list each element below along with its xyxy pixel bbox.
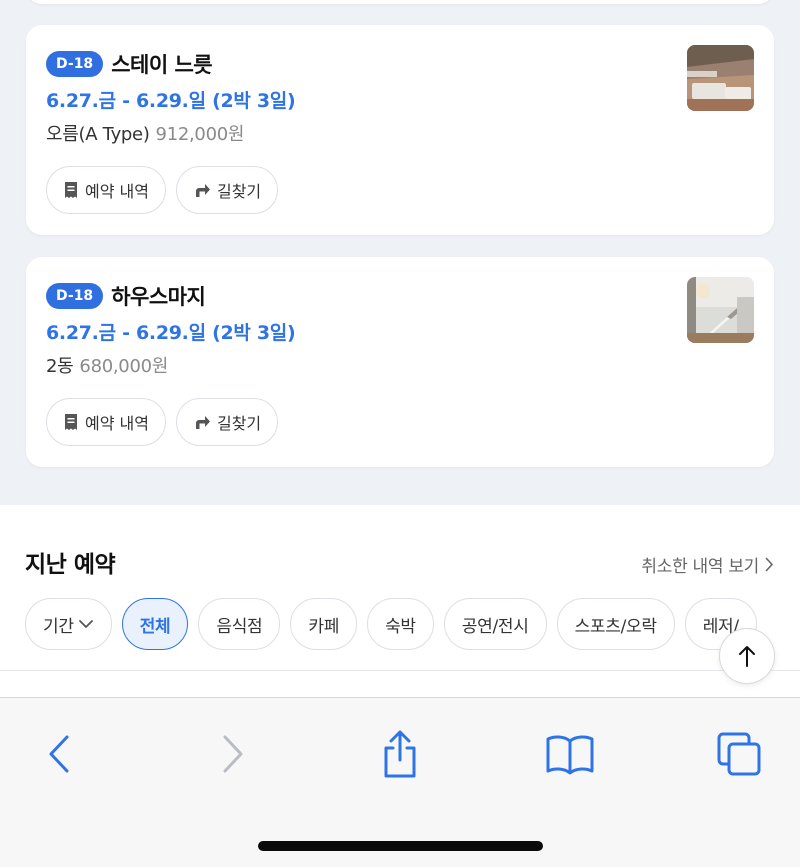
forward-button[interactable]: [203, 726, 263, 782]
scroll-to-top-button[interactable]: [719, 628, 775, 684]
stay-dates: 6.27.금 - 6.29.일 (2박 3일): [46, 322, 296, 344]
place-name[interactable]: 스테이 느릇: [111, 49, 212, 79]
bedroom-photo-icon: [687, 45, 754, 111]
bookmarks-button[interactable]: [540, 726, 600, 782]
place-name[interactable]: 하우스마지: [111, 281, 206, 311]
period-filter-label: 기간: [43, 616, 74, 637]
receipt-icon: [63, 181, 79, 199]
room-info: 2동 680,000원: [46, 352, 168, 378]
reservation-details-label: 예약 내역: [85, 182, 149, 201]
booking-actions: 예약 내역 길찾기: [46, 166, 288, 214]
cancelled-bookings-link[interactable]: 취소한 내역 보기: [641, 552, 774, 577]
period-filter-dropdown[interactable]: 기간: [25, 598, 112, 650]
share-icon: [384, 730, 416, 778]
directions-button[interactable]: 길찾기: [175, 398, 279, 446]
back-icon: [49, 735, 69, 773]
room-name: 2동: [46, 356, 74, 377]
room-info: 오름(A Type) 912,000원: [46, 120, 244, 146]
booking-card[interactable]: D-18 스테이 느릇 6.27.금 - 6.29.일 (2박 3일) 오름(A…: [26, 25, 774, 235]
booking-card[interactable]: D-18 하우스마지 6.27.금 - 6.29.일 (2박 3일) 2동 680…: [26, 257, 774, 467]
dday-badge: D-18: [46, 283, 104, 309]
room-price: 680,000원: [79, 356, 169, 377]
section-title: 지난 예약: [25, 552, 116, 578]
past-bookings-section: 지난 예약 취소한 내역 보기 기간 전체 음식점 카페 숙박 공연/전시 스포…: [0, 505, 800, 697]
place-thumbnail[interactable]: [687, 45, 754, 111]
tabs-icon: [717, 732, 761, 776]
filter-chip-cafe[interactable]: 카페: [290, 598, 358, 650]
category-filter-bar: 기간 전체 음식점 카페 숙박 공연/전시 스포츠/오락 레저/: [25, 598, 767, 650]
dday-badge: D-18: [46, 51, 104, 77]
receipt-icon: [63, 413, 79, 431]
forward-icon: [223, 735, 243, 773]
reservation-details-button[interactable]: 예약 내역: [46, 166, 166, 214]
directions-button[interactable]: 길찾기: [175, 166, 279, 214]
previous-card-edge: [26, 0, 774, 4]
booking-actions: 예약 내역 길찾기: [46, 398, 288, 446]
filter-chip-restaurant[interactable]: 음식점: [198, 598, 281, 650]
back-button[interactable]: [29, 726, 89, 782]
filter-chip-performance[interactable]: 공연/전시: [443, 598, 547, 650]
turn-right-arrow-icon: [193, 414, 211, 430]
room-name: 오름(A Type): [46, 124, 150, 145]
browser-toolbar: [0, 697, 800, 867]
tabs-button[interactable]: [709, 726, 769, 782]
section-divider: [0, 670, 800, 671]
booking-title-row: D-18 스테이 느릇: [46, 49, 213, 79]
bookmarks-icon: [546, 735, 594, 775]
reservation-details-label: 예약 내역: [85, 414, 149, 433]
filter-chip-sports[interactable]: 스포츠/오락: [556, 598, 675, 650]
home-indicator[interactable]: [258, 841, 543, 851]
directions-label: 길찾기: [216, 414, 262, 433]
reservation-details-button[interactable]: 예약 내역: [46, 398, 166, 446]
room-price: 912,000원: [155, 124, 245, 145]
staircase-interior-photo-icon: [687, 277, 754, 343]
share-button[interactable]: [370, 726, 430, 782]
directions-label: 길찾기: [216, 182, 262, 201]
stay-dates: 6.27.금 - 6.29.일 (2박 3일): [46, 90, 296, 112]
chevron-right-icon: [765, 557, 773, 572]
turn-right-arrow-icon: [193, 182, 211, 198]
filter-chip-lodging[interactable]: 숙박: [367, 598, 434, 650]
cancelled-bookings-label: 취소한 내역 보기: [641, 557, 759, 577]
chevron-down-icon: [78, 620, 93, 628]
place-thumbnail[interactable]: [687, 277, 754, 343]
booking-title-row: D-18 하우스마지: [46, 281, 206, 311]
filter-chip-all[interactable]: 전체: [121, 598, 189, 650]
arrow-up-icon: [739, 646, 755, 667]
